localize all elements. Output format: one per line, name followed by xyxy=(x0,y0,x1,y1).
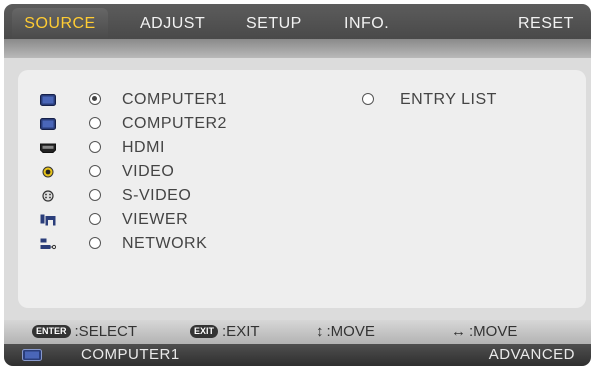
source-radio-svideo[interactable] xyxy=(89,189,101,201)
source-radio-computer1[interactable] xyxy=(89,93,101,105)
source-item-computer1[interactable]: COMPUTER1 xyxy=(18,89,318,113)
source-label: HDMI xyxy=(122,139,165,156)
source-item-network[interactable]: NETWORK xyxy=(18,233,318,257)
source-panel: COMPUTER1 COMPUTER2 HDMI VIDEO S-VIDEO V… xyxy=(18,70,586,308)
network-icon xyxy=(40,238,56,250)
source-radio-video[interactable] xyxy=(89,165,101,177)
menu-window: SOURCE ADJUST SETUP INFO. RESET COMPUTER… xyxy=(4,4,591,366)
source-item-viewer[interactable]: VIEWER xyxy=(18,209,318,233)
help-move-label: :MOVE xyxy=(326,323,375,340)
tab-setup[interactable]: SETUP xyxy=(246,8,302,39)
source-label: COMPUTER2 xyxy=(122,115,227,132)
status-bar: COMPUTER1 ADVANCED xyxy=(4,344,591,366)
tab-info[interactable]: INFO. xyxy=(344,8,389,39)
monitor-icon xyxy=(40,94,56,106)
entry-list-label: ENTRY LIST xyxy=(400,91,497,108)
svideo-icon xyxy=(42,190,54,202)
help-move-vertical: ↕:MOVE xyxy=(316,320,375,344)
source-label: COMPUTER1 xyxy=(122,91,227,108)
help-exit-label: :EXIT xyxy=(222,323,260,340)
source-label: S-VIDEO xyxy=(122,187,192,204)
source-radio-network[interactable] xyxy=(89,237,101,249)
help-move-horizontal: ↔:MOVE xyxy=(451,320,517,344)
source-radio-viewer[interactable] xyxy=(89,213,101,225)
hdmi-icon xyxy=(40,143,56,153)
entry-list-radio[interactable] xyxy=(362,93,374,105)
rca-video-icon xyxy=(42,166,54,178)
help-move-label: :MOVE xyxy=(469,323,518,340)
source-radio-computer2[interactable] xyxy=(89,117,101,129)
viewer-icon xyxy=(40,214,56,226)
source-radio-hdmi[interactable] xyxy=(89,141,101,153)
source-item-hdmi[interactable]: HDMI xyxy=(18,137,318,161)
source-item-video[interactable]: VIDEO xyxy=(18,161,318,185)
tab-source[interactable]: SOURCE xyxy=(12,8,108,39)
updown-arrow-icon: ↕ xyxy=(316,323,324,340)
monitor-icon xyxy=(40,118,56,130)
help-bar: ENTER:SELECT EXIT:EXIT ↕:MOVE ↔:MOVE xyxy=(4,320,591,344)
source-label: VIEWER xyxy=(122,211,189,228)
help-select: ENTER:SELECT xyxy=(32,320,137,344)
leftright-arrow-icon: ↔ xyxy=(451,323,466,340)
source-label: NETWORK xyxy=(122,235,208,252)
tab-reset[interactable]: RESET xyxy=(518,8,574,39)
enter-key-icon: ENTER xyxy=(32,325,71,338)
source-item-svideo[interactable]: S-VIDEO xyxy=(18,185,318,209)
entry-list-item[interactable]: ENTRY LIST xyxy=(290,89,510,113)
tab-strip xyxy=(4,39,591,58)
source-item-computer2[interactable]: COMPUTER2 xyxy=(18,113,318,137)
help-exit: EXIT:EXIT xyxy=(190,320,260,344)
tab-adjust[interactable]: ADJUST xyxy=(140,8,205,39)
exit-key-icon: EXIT xyxy=(190,325,219,338)
monitor-icon xyxy=(22,349,42,361)
current-source-label: COMPUTER1 xyxy=(81,346,180,363)
menu-mode-label: ADVANCED xyxy=(488,346,575,363)
help-select-label: :SELECT xyxy=(74,323,138,340)
source-label: VIDEO xyxy=(122,163,175,180)
